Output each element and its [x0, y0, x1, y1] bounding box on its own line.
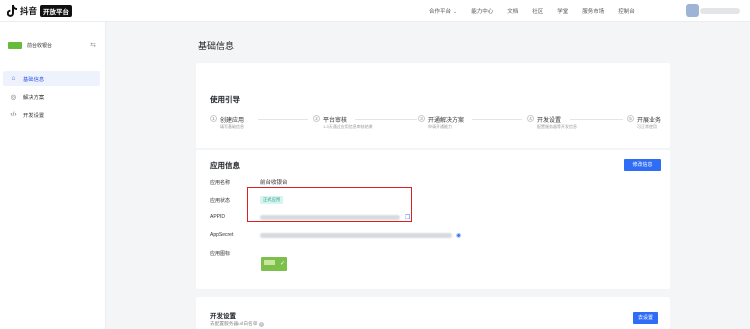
- app-icon: [8, 41, 22, 49]
- sidebar-item-label: 基础信息: [23, 76, 45, 83]
- step-desc: 可正常使用: [637, 124, 657, 129]
- step-name: 开通解决方案: [428, 118, 465, 124]
- sidebar-item-solutions[interactable]: ◎ 解决方案: [3, 89, 100, 104]
- appsecret-value-redacted: [260, 233, 452, 238]
- app-info-title: 应用信息: [210, 161, 240, 170]
- home-icon: ⌂: [11, 75, 16, 82]
- top-nav: 合作平台 ⌄ 能力中心 文档 社区 学堂 服务市场 控制台: [429, 7, 649, 15]
- eye-icon[interactable]: ◉: [456, 232, 461, 239]
- app-switcher[interactable]: 前台收银台 ⇆: [8, 39, 100, 51]
- app-status-label: 应用状态: [210, 198, 231, 204]
- avatar[interactable]: [686, 4, 699, 17]
- page-title: 基础信息: [198, 41, 235, 51]
- step-connector: [570, 119, 623, 120]
- sidebar-item-basic-info[interactable]: ⌂ 基础信息: [3, 71, 100, 86]
- step-number: 4: [527, 115, 534, 122]
- step-name: 开展业务: [637, 118, 662, 124]
- sidebar: 前台收银台 ⇆ ⌂ 基础信息 ◎ 解决方案 ‹/› 开发设置: [0, 22, 106, 329]
- app-logo-image: ✓: [261, 257, 287, 271]
- info-icon[interactable]: i: [259, 321, 265, 327]
- dev-settings-card: 开发设置 去配置服务器url白名单 i 去设置: [196, 297, 670, 329]
- sidebar-nav: ⌂ 基础信息 ◎ 解决方案 ‹/› 开发设置: [3, 71, 100, 125]
- step-name: 创建应用: [220, 118, 245, 124]
- appid-label: APPID: [210, 214, 226, 220]
- step-desc: 申请开通能力: [428, 124, 452, 129]
- nav-item-partner[interactable]: 合作平台 ⌄: [429, 7, 457, 15]
- step-desc: 填写基础信息: [220, 124, 244, 129]
- sidebar-item-label: 开发设置: [23, 112, 45, 119]
- app-name-label: 应用名称: [210, 180, 231, 186]
- step-connector: [258, 119, 308, 120]
- nav-item-docs[interactable]: 文档: [507, 7, 518, 15]
- edit-info-button[interactable]: 修改信息: [624, 159, 661, 171]
- sidebar-item-dev-settings[interactable]: ‹/› 开发设置: [3, 107, 100, 122]
- dev-settings-desc-text: 去配置服务器url白名单: [210, 321, 258, 326]
- step-number: 5: [627, 115, 634, 122]
- guide-steps: 1 创建应用 填写基础信息 2 平台审核 1-3天通过应用信息审核结果 3 开通…: [210, 115, 670, 137]
- brand-name: 抖音: [20, 6, 38, 16]
- swap-icon[interactable]: ⇆: [90, 41, 96, 49]
- top-bar: 抖音 开放平台 合作平台 ⌄ 能力中心 文档 社区 学堂 服务市场 控制台: [0, 0, 750, 22]
- nav-item-console[interactable]: 控制台: [618, 7, 635, 15]
- app-logo-inner: [264, 260, 275, 265]
- guide-title: 使用引导: [210, 95, 240, 104]
- app-name-value: 前台收银台: [260, 180, 288, 186]
- step-desc: 1-3天通过应用信息审核结果: [323, 124, 373, 129]
- sidebar-item-label: 解决方案: [23, 94, 45, 101]
- dev-settings-desc: 去配置服务器url白名单 i: [210, 321, 265, 327]
- chevron-down-icon: ⌄: [453, 9, 458, 15]
- app-name: 前台收银台: [27, 42, 53, 49]
- step-desc: 配置服务器等开发信息: [537, 124, 577, 129]
- highlight-box: [247, 187, 412, 222]
- step-connector: [472, 119, 522, 120]
- dev-settings-title: 开发设置: [210, 313, 236, 320]
- step-connector: [355, 119, 417, 120]
- nav-item-market[interactable]: 服务市场: [582, 7, 604, 15]
- step-number: 1: [210, 115, 217, 122]
- nav-item-academy[interactable]: 学堂: [557, 7, 568, 15]
- check-icon: ✓: [279, 261, 285, 267]
- brand-badge: 开放平台: [40, 5, 73, 17]
- main-content: 基础信息 使用引导 1 创建应用 填写基础信息 2 平台审核 1-3天通过应用信…: [106, 22, 750, 329]
- user-name-redacted: [700, 8, 740, 14]
- logo[interactable]: 抖音 开放平台: [7, 5, 73, 17]
- location-icon: ◎: [10, 93, 17, 101]
- step-number: 3: [418, 115, 425, 122]
- douyin-logo-icon: [7, 5, 17, 17]
- code-icon: ‹/›: [10, 111, 17, 118]
- step-number: 2: [313, 115, 320, 122]
- step-name: 平台审核: [323, 118, 348, 124]
- app-icon-label: 应用图标: [210, 251, 231, 257]
- go-settings-button[interactable]: 去设置: [633, 312, 658, 324]
- nav-item-community[interactable]: 社区: [532, 7, 543, 15]
- nav-item-capability[interactable]: 能力中心: [471, 7, 493, 15]
- guide-card: 使用引导 1 创建应用 填写基础信息 2 平台审核 1-3天通过应用信息审核结果…: [196, 63, 670, 148]
- appsecret-label: AppSecret: [210, 232, 234, 238]
- step-name: 开发设置: [537, 118, 562, 124]
